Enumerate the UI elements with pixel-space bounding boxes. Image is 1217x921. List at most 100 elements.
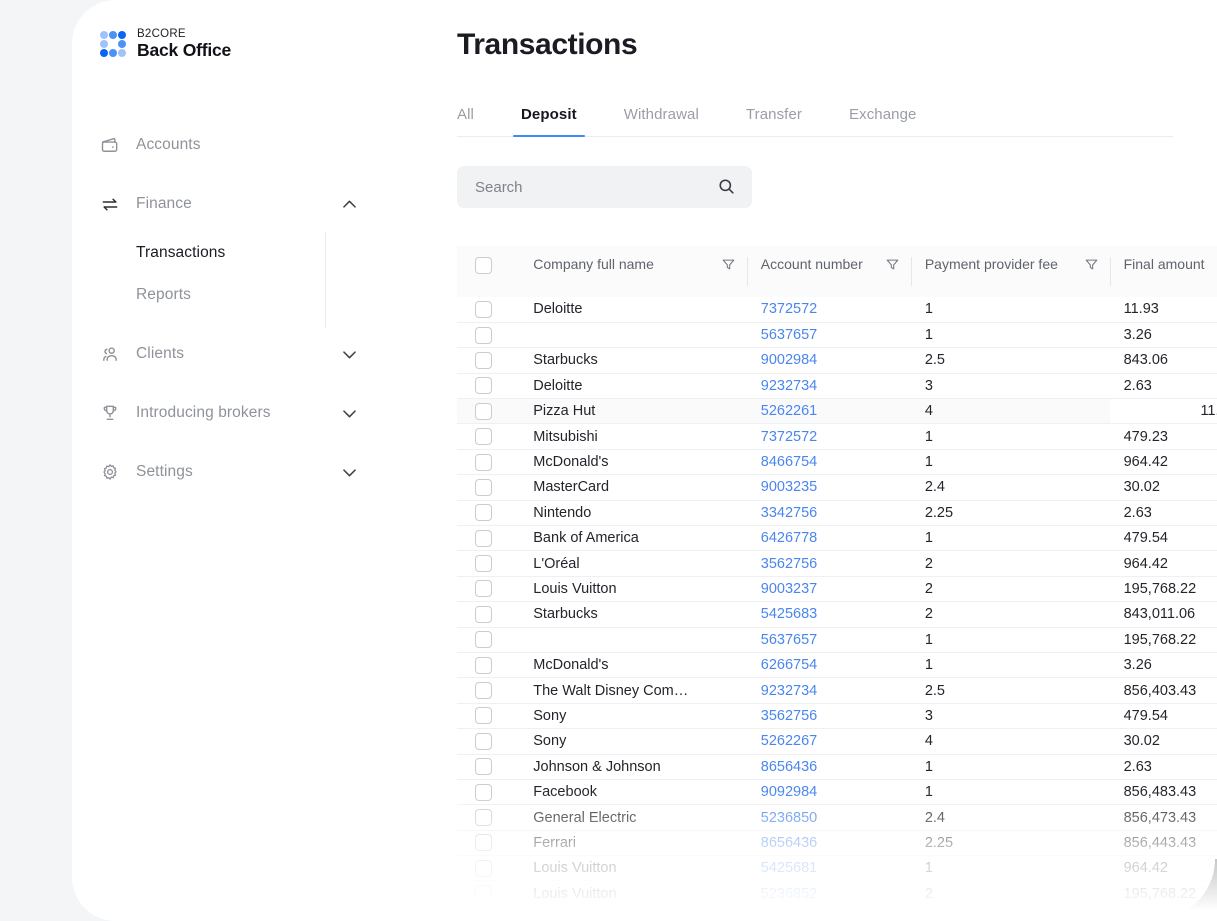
- row-checkbox[interactable]: [475, 859, 492, 877]
- brand-logo[interactable]: B2CORE Back Office: [72, 0, 384, 59]
- row-checkbox-cell[interactable]: [457, 550, 520, 577]
- row-checkbox-cell[interactable]: [457, 627, 520, 653]
- row-checkbox[interactable]: [475, 656, 492, 674]
- table-row[interactable]: The Walt Disney Com… 9232734 2.5 856,403.43…: [457, 677, 1217, 704]
- row-checkbox-cell[interactable]: [457, 398, 520, 425]
- cell-account-number[interactable]: 8656436: [746, 754, 911, 780]
- row-checkbox[interactable]: [475, 783, 492, 801]
- row-checkbox-cell[interactable]: [457, 855, 520, 882]
- row-checkbox-cell[interactable]: [457, 754, 520, 780]
- th-account-number[interactable]: Account number: [746, 246, 911, 297]
- cell-account-number[interactable]: 5262261: [746, 398, 911, 425]
- cell-account-number[interactable]: 7372572: [746, 297, 911, 323]
- row-checkbox[interactable]: [475, 605, 492, 623]
- cell-account-number[interactable]: 6266754: [746, 652, 911, 679]
- cell-account-number[interactable]: 5425683: [746, 601, 911, 628]
- row-checkbox-cell[interactable]: [457, 474, 520, 501]
- cell-account-number[interactable]: 7372572: [746, 423, 911, 450]
- row-checkbox-cell[interactable]: [457, 779, 520, 806]
- table-row[interactable]: McDonald's84667541964.42HUF1: [457, 449, 1217, 476]
- th-payment-provider-fee[interactable]: Payment provider fee: [910, 246, 1110, 297]
- row-checkbox[interactable]: [475, 809, 492, 826]
- cell-account-number[interactable]: 5637657: [746, 322, 911, 349]
- cell-account-number[interactable]: 9232734: [746, 373, 911, 400]
- row-checkbox-cell[interactable]: [457, 576, 520, 603]
- cell-account-number[interactable]: 5236850: [746, 804, 911, 831]
- transactions-table-wrap[interactable]: Company full name Account number Payment…: [457, 246, 1217, 921]
- row-checkbox-cell[interactable]: [457, 830, 520, 857]
- cell-account-number[interactable]: 7632525: [746, 906, 911, 921]
- table-row[interactable]: Deloitte923273432.63PLN3: [457, 373, 1217, 400]
- cell-account-number[interactable]: 5262267: [746, 728, 911, 755]
- table-row[interactable]: Deloitte7372572111.93PLN1: [457, 297, 1217, 323]
- cell-account-number[interactable]: 9002984: [746, 347, 911, 374]
- tab-deposit[interactable]: Deposit: [513, 106, 585, 137]
- row-checkbox-cell[interactable]: [457, 322, 520, 349]
- table-row[interactable]: Nintendo33427562.252.63CAD2.25: [457, 500, 1217, 527]
- row-checkbox[interactable]: [475, 732, 492, 750]
- filter-icon[interactable]: [721, 257, 736, 272]
- row-checkbox[interactable]: [475, 758, 492, 776]
- row-checkbox-cell[interactable]: [457, 297, 520, 323]
- table-row[interactable]: MasterCard90032352.430.02CZK2.4: [457, 474, 1217, 501]
- cell-account-number[interactable]: 8466754: [746, 449, 911, 476]
- row-checkbox[interactable]: [475, 682, 492, 700]
- filter-icon[interactable]: [885, 257, 900, 272]
- table-row[interactable]: McDonald's626675413.26GBP1: [457, 652, 1217, 679]
- filter-icon[interactable]: [1084, 257, 1099, 272]
- row-checkbox[interactable]: [475, 377, 492, 395]
- row-checkbox-cell[interactable]: [457, 525, 520, 552]
- row-checkbox-cell[interactable]: [457, 677, 520, 704]
- table-row[interactable]: 56376571195,768.22AUD1: [457, 627, 1217, 653]
- cell-account-number[interactable]: 3342756: [746, 500, 911, 527]
- table-row[interactable]: Louis Vuitton90032372195,768.22CHF2: [457, 576, 1217, 603]
- row-checkbox[interactable]: [475, 555, 492, 573]
- cell-account-number[interactable]: 3562756: [746, 703, 911, 730]
- table-row[interactable]: Ferrari86564362.25856,443.43HUF2.25: [457, 830, 1217, 857]
- row-checkbox[interactable]: [475, 351, 492, 369]
- select-all-checkbox[interactable]: [475, 257, 492, 274]
- row-checkbox[interactable]: [475, 707, 492, 725]
- row-checkbox[interactable]: [475, 529, 492, 547]
- row-checkbox-cell[interactable]: [457, 601, 520, 628]
- table-row[interactable]: Mitsubishi73725721479.23EUR1: [457, 423, 1217, 450]
- table-row[interactable]: Sony5262267430.02HKD4: [457, 728, 1217, 755]
- table-row[interactable]: L'Oréal35627562964.42AUD2: [457, 550, 1217, 577]
- row-checkbox-cell[interactable]: [457, 347, 520, 374]
- chevron-down-icon[interactable]: [336, 459, 362, 485]
- tab-withdrawal[interactable]: Withdrawal: [624, 106, 699, 136]
- table-row[interactable]: Starbucks54256832843,011.06SOD2: [457, 601, 1217, 628]
- cell-account-number[interactable]: 9092984: [746, 779, 911, 806]
- cell-account-number[interactable]: 5236852: [746, 880, 911, 907]
- table-row[interactable]: Facebook90929841856,483.43SEK1: [457, 779, 1217, 806]
- search-input[interactable]: [457, 166, 752, 208]
- row-checkbox[interactable]: [475, 402, 492, 420]
- sidebar-item-finance[interactable]: Finance: [72, 182, 384, 226]
- tab-transfer[interactable]: Transfer: [746, 106, 802, 136]
- row-checkbox[interactable]: [475, 478, 492, 496]
- cell-account-number[interactable]: 5425681: [746, 855, 911, 882]
- cell-account-number[interactable]: 5637657: [746, 627, 911, 653]
- row-checkbox[interactable]: [475, 580, 492, 598]
- row-checkbox-cell[interactable]: [457, 906, 520, 921]
- cell-account-number[interactable]: 9232734: [746, 677, 911, 704]
- tab-all[interactable]: All: [457, 106, 474, 136]
- chevron-down-icon[interactable]: [336, 341, 362, 367]
- row-checkbox-cell[interactable]: [457, 500, 520, 527]
- table-row[interactable]: General Electric52368502.4856,473.43NZD2…: [457, 804, 1217, 831]
- row-checkbox[interactable]: [475, 910, 492, 921]
- sidebar-item-settings[interactable]: Settings: [72, 450, 384, 494]
- table-row[interactable]: Louis Vuitton52368522195,768.22CZK2: [457, 880, 1217, 907]
- table-row[interactable]: Louis Vuitton76325252856,423.43JPY2: [457, 906, 1217, 921]
- table-row[interactable]: Sony35627563479.54PLN3: [457, 703, 1217, 730]
- row-checkbox-cell[interactable]: [457, 373, 520, 400]
- row-checkbox[interactable]: [475, 428, 492, 446]
- search-box[interactable]: [457, 166, 752, 208]
- table-row[interactable]: Louis Vuitton54256811964.42HUF1: [457, 855, 1217, 882]
- cell-account-number[interactable]: 9003235: [746, 474, 911, 501]
- sidebar-item-reports[interactable]: Reports: [72, 274, 384, 316]
- row-checkbox-cell[interactable]: [457, 652, 520, 679]
- chevron-down-icon[interactable]: [336, 400, 362, 426]
- row-checkbox-cell[interactable]: [457, 449, 520, 476]
- cell-account-number[interactable]: 3562756: [746, 550, 911, 577]
